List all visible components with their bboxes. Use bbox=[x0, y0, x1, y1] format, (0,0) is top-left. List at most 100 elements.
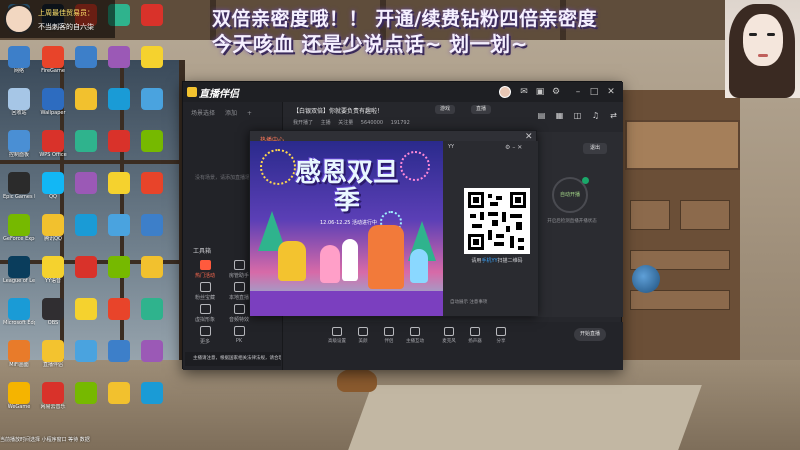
app-icon bbox=[42, 130, 64, 152]
app-icon bbox=[108, 256, 130, 278]
gift-icon[interactable]: ▣ bbox=[533, 85, 547, 99]
desktop-icon[interactable] bbox=[136, 130, 168, 160]
desktop-icon[interactable]: 网易云音乐 bbox=[37, 382, 69, 412]
bell-icon[interactable]: ♫ bbox=[591, 111, 600, 120]
user-avatar[interactable] bbox=[499, 86, 511, 98]
maximize-icon[interactable]: □ bbox=[587, 85, 601, 99]
app-icon bbox=[8, 88, 30, 110]
desktop-icon[interactable] bbox=[136, 172, 168, 202]
desktop-icon[interactable]: League of Legends bbox=[3, 256, 35, 286]
add-scene-button[interactable]: + bbox=[247, 110, 252, 117]
desktop-icon[interactable]: 回收站 bbox=[3, 88, 35, 118]
desktop-icon[interactable]: OBS bbox=[37, 298, 69, 328]
exit-button[interactable]: 退出 bbox=[583, 143, 607, 154]
toolbar-item[interactable]: 美颜 bbox=[349, 327, 377, 344]
tool-item[interactable]: 虚拟形象 bbox=[187, 304, 223, 328]
toolbar-item[interactable]: 主播互动 bbox=[401, 327, 429, 344]
qr-caption-prefix: 请用 bbox=[471, 258, 482, 264]
edit-pill[interactable]: 直播 bbox=[471, 105, 492, 114]
desktop-icon[interactable]: WPS Office bbox=[37, 130, 69, 160]
desktop-icon[interactable]: 控制面板 bbox=[3, 130, 35, 160]
desktop-icon[interactable] bbox=[136, 88, 168, 118]
desktop-icon-label: 网易云音乐 bbox=[40, 404, 66, 410]
desktop-icon[interactable] bbox=[70, 256, 102, 286]
desktop-icon[interactable] bbox=[136, 298, 168, 328]
desktop-icon[interactable] bbox=[136, 214, 168, 244]
qr-code bbox=[464, 188, 530, 254]
toolbar-item[interactable]: 分享 bbox=[487, 327, 515, 344]
desktop-icon[interactable] bbox=[136, 340, 168, 370]
chart-icon[interactable]: ◫ bbox=[573, 111, 582, 120]
desktop-icon[interactable]: Wallpaper bbox=[37, 88, 69, 118]
desktop-icon[interactable]: Microsoft Edge bbox=[3, 298, 35, 328]
streamer-avatar bbox=[4, 4, 34, 34]
mail-icon[interactable]: ✉ bbox=[517, 85, 531, 99]
app-icon bbox=[75, 214, 97, 236]
minimize-icon[interactable]: – bbox=[571, 85, 585, 99]
app-icon bbox=[8, 340, 30, 362]
desktop-icon[interactable] bbox=[70, 130, 102, 160]
desktop-icon[interactable]: Epic Games Launcher bbox=[3, 172, 35, 202]
desktop-icon[interactable] bbox=[136, 46, 168, 76]
share-icon[interactable]: ⇄ bbox=[609, 111, 618, 120]
desktop-icon[interactable]: FireGame bbox=[37, 46, 69, 76]
desktop-icon[interactable] bbox=[70, 214, 102, 244]
qr-minimize-icon[interactable]: – bbox=[512, 144, 515, 151]
toolbar-item[interactable]: 伴侣 bbox=[375, 327, 403, 344]
room-title[interactable]: 【白银双倍】你就要负责有趣啦！ bbox=[293, 106, 383, 115]
toolbar-item[interactable]: 扬声器 bbox=[461, 327, 489, 344]
desktop-icon[interactable]: 直播伴侣 bbox=[37, 340, 69, 370]
tab-scene[interactable]: 场景选择 bbox=[191, 110, 215, 117]
desktop-icon[interactable] bbox=[103, 298, 135, 328]
desktop-icon[interactable]: 网络 bbox=[3, 46, 35, 76]
toolbar-item[interactable]: 麦克风 bbox=[435, 327, 463, 344]
gift-box-icon[interactable]: ▦ bbox=[555, 111, 564, 120]
qr-footer[interactable]: 自动展示 注意事项 bbox=[450, 299, 487, 305]
desktop-icon[interactable] bbox=[103, 256, 135, 286]
globe-decoration bbox=[632, 265, 660, 293]
tool-item[interactable]: 更多 bbox=[187, 326, 223, 350]
desktop-icon[interactable] bbox=[103, 382, 135, 412]
screen-icon[interactable]: ▤ bbox=[537, 111, 546, 120]
tool-item[interactable]: PK bbox=[221, 326, 257, 350]
desktop-icon[interactable] bbox=[103, 88, 135, 118]
desktop-icon[interactable] bbox=[70, 382, 102, 412]
desktop-icon[interactable]: WeGame bbox=[3, 382, 35, 412]
go-live-button[interactable]: 开始直播 bbox=[574, 328, 606, 341]
desktop-icon-label: 直播伴侣 bbox=[42, 362, 63, 368]
desktop-icon[interactable]: QQ bbox=[37, 172, 69, 202]
auto-live-button[interactable]: 自动开播 bbox=[552, 177, 589, 213]
tool-item[interactable]: 粉丝宝藏 bbox=[187, 282, 223, 306]
tab-add[interactable]: 添加 bbox=[225, 110, 237, 117]
desktop-icon[interactable] bbox=[70, 298, 102, 328]
desktop-icon[interactable] bbox=[103, 214, 135, 244]
desktop-icon[interactable] bbox=[136, 4, 168, 34]
desktop-icon-label: QQ bbox=[49, 194, 57, 200]
settings-icon[interactable]: ⚙ bbox=[549, 85, 563, 99]
close-icon[interactable]: ✕ bbox=[604, 85, 618, 99]
desktop-icon[interactable] bbox=[103, 172, 135, 202]
desktop-icon[interactable]: MiFi画面 bbox=[3, 340, 35, 370]
desktop-icon[interactable] bbox=[103, 46, 135, 76]
desktop-icon[interactable]: 腾讯QQ bbox=[37, 214, 69, 244]
room-info-bar: 【白银双倍】你就要负责有趣啦！ 游戏 直播 我开播了 主播 关注量 564000… bbox=[283, 102, 623, 132]
qr-settings-icon[interactable]: ⚙ bbox=[505, 144, 510, 151]
streamer-card: 上周最佳贸易员： 不当刺客的自六柒 bbox=[0, 0, 115, 38]
desktop-icon[interactable]: GeForce Experience bbox=[3, 214, 35, 244]
desktop-icon[interactable] bbox=[70, 340, 102, 370]
desktop-icon[interactable] bbox=[70, 46, 102, 76]
category-pill[interactable]: 游戏 bbox=[435, 105, 456, 114]
toolbar-item[interactable]: 高级设置 bbox=[323, 327, 351, 344]
tool-item[interactable]: 热门活动 bbox=[187, 260, 223, 284]
desktop-icon[interactable]: YY语音 bbox=[37, 256, 69, 286]
desktop-icon[interactable] bbox=[136, 256, 168, 286]
desktop-icon[interactable] bbox=[70, 88, 102, 118]
event-banner[interactable]: 感恩双旦季 12.06-12.25 活动进行中 bbox=[250, 141, 443, 316]
toolbox-title: 工具箱 bbox=[193, 248, 212, 255]
desktop-icon[interactable] bbox=[70, 172, 102, 202]
desktop-icon[interactable] bbox=[136, 382, 168, 412]
room-stats: 我开播了 主播 关注量 5640000 191792 bbox=[293, 119, 416, 126]
qr-close-icon[interactable]: ✕ bbox=[517, 144, 522, 151]
desktop-icon[interactable] bbox=[103, 130, 135, 160]
desktop-icon[interactable] bbox=[103, 340, 135, 370]
